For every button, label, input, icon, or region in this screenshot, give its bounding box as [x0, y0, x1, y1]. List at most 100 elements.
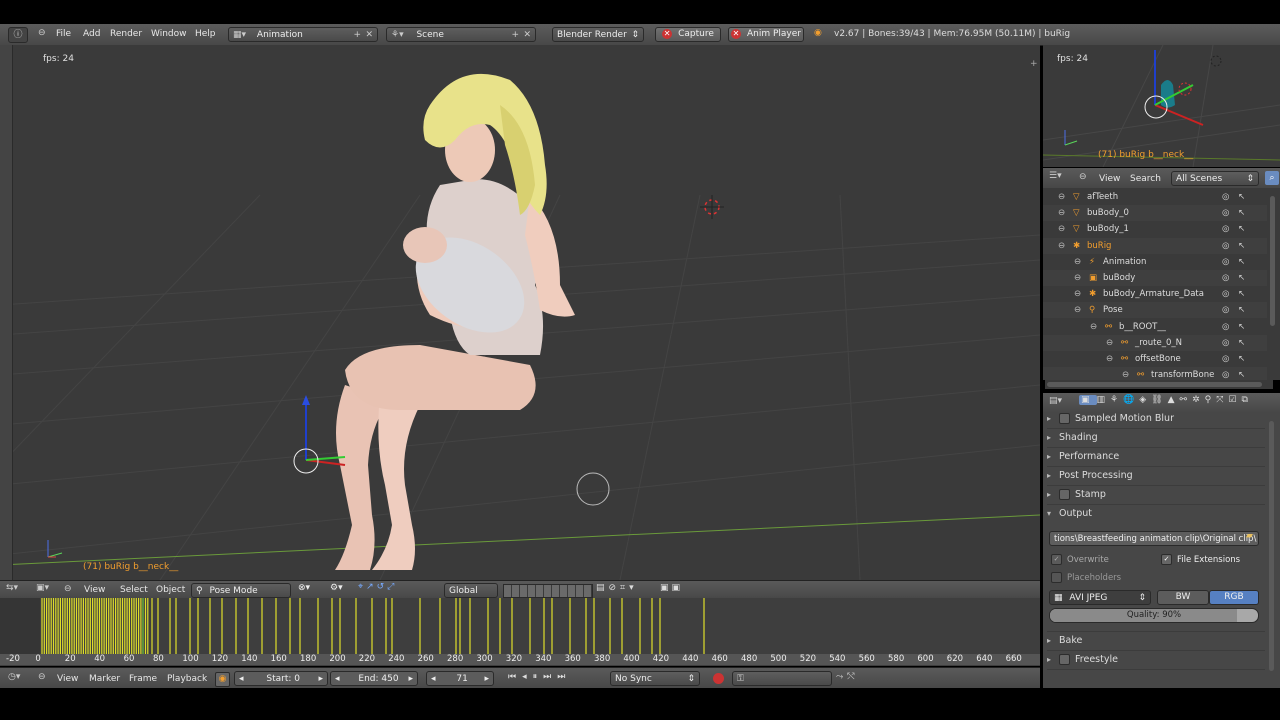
end-frame-field[interactable]: ◂ End: 450 ▸ [330, 671, 418, 686]
menu-frame[interactable]: Frame [129, 674, 157, 684]
left-tool-shelf-edge[interactable] [0, 45, 13, 580]
end-decrement-icon[interactable]: ◂ [335, 674, 340, 684]
outliner-row[interactable]: ⊖ ✱ buBody_Armature_Data ◎ ↖ [1043, 286, 1267, 302]
selectable-cursor-icon[interactable]: ↖ [1238, 254, 1245, 270]
camera-view[interactable]: fps: 24 (71) buRig b__neck__ [1043, 45, 1280, 167]
selectable-cursor-icon[interactable]: ↖ [1238, 286, 1245, 302]
orientation-select[interactable]: Global [444, 583, 498, 598]
visibility-eye-icon[interactable]: ◎ [1222, 221, 1229, 237]
scene-select[interactable]: ⚘▾ Scene + ✕ [386, 27, 536, 42]
menu-select[interactable]: Select [120, 585, 148, 595]
selectable-cursor-icon[interactable]: ↖ [1238, 367, 1245, 380]
panel-sampled-motion-blur[interactable]: ▸ Sampled Motion Blur [1047, 413, 1265, 429]
3d-viewport[interactable]: fps: 24 (71) buRig b__neck__ 71 + [0, 45, 1040, 580]
panel-performance[interactable]: ▸ Performance [1047, 448, 1265, 467]
panel-checkbox[interactable] [1059, 489, 1070, 500]
render-preview-icons[interactable]: ▣▣ [660, 583, 683, 593]
collapse-menu-icon[interactable]: ⊖ [38, 28, 46, 38]
expand-toggle-icon[interactable]: ⊖ [1122, 367, 1129, 380]
selectable-cursor-icon[interactable]: ↖ [1238, 302, 1245, 318]
view-tools-icons[interactable]: ▤⊘⌗▾ [596, 583, 638, 593]
search-icon[interactable]: ⌕ [1265, 171, 1279, 185]
timeline-ruler[interactable]: -20 0 20 40 60 80 100 120 140 160 180 200 220 240 260 2… [0, 654, 1040, 665]
menu-playback[interactable]: Playback [167, 674, 207, 684]
current-increment-icon[interactable]: ▸ [484, 672, 489, 687]
menu-view[interactable]: View [57, 674, 78, 684]
expand-toggle-icon[interactable]: ⊖ [1074, 270, 1081, 286]
outliner-row[interactable]: ⊖ ⚯ transformBone ◎ ↖ [1043, 367, 1267, 380]
menu-view[interactable]: View [1099, 174, 1120, 184]
remove-scene-icon[interactable]: ✕ [523, 28, 531, 43]
quality-slider[interactable]: Quality: 90% [1049, 608, 1259, 623]
selectable-cursor-icon[interactable]: ↖ [1238, 205, 1245, 221]
selectable-cursor-icon[interactable]: ↖ [1238, 221, 1245, 237]
expand-toggle-icon[interactable]: ⊖ [1106, 351, 1113, 367]
auto-keyframe-icon[interactable] [713, 673, 724, 684]
outliner-h-scrollbar[interactable] [1045, 380, 1273, 389]
end-increment-icon[interactable]: ▸ [408, 672, 413, 687]
outliner-row[interactable]: ⊖ ▽ buBody_0 ◎ ↖ [1043, 205, 1267, 222]
menu-view[interactable]: View [84, 585, 105, 595]
layers-grid[interactable] [503, 584, 593, 598]
visibility-eye-icon[interactable]: ◎ [1222, 335, 1229, 351]
outliner-row[interactable]: ⊖ ▽ buBody_1 ◎ ↖ [1043, 221, 1267, 237]
outliner-row[interactable]: ⊖ ✱ buRig ◎ ↖ [1043, 237, 1267, 254]
pivot-icon[interactable]: ⚙▾ [330, 583, 343, 593]
outliner-row[interactable]: ⊖ ⚯ offsetBone ◎ ↖ [1043, 351, 1267, 367]
expand-toggle-icon[interactable]: ⊖ [1058, 238, 1065, 254]
visibility-eye-icon[interactable]: ◎ [1222, 286, 1229, 302]
panel-bake[interactable]: ▸ Bake [1047, 631, 1265, 651]
properties-editor[interactable]: ▸ Sampled Motion Blur ▸ Shading ▸ Performan… [1043, 413, 1280, 688]
manipulator-toggles[interactable]: ⌖↗↺⤢ [358, 582, 397, 592]
placeholders-checkbox[interactable]: Placeholders [1051, 572, 1121, 583]
outliner-scrollbar[interactable] [1270, 196, 1275, 326]
visibility-eye-icon[interactable]: ◎ [1222, 205, 1229, 221]
file-format-select[interactable]: ▦ AVI JPEG ⇕ [1049, 590, 1151, 605]
editor-timeline-icon[interactable]: ◷▾ [8, 672, 20, 682]
outliner-row[interactable]: ⊖ ▣ buBody ◎ ↖ [1043, 270, 1267, 286]
outliner-tree[interactable]: ⊖ ▽ afTeeth ◎ ↖ ⊖ ▽ buBody_0 ◎ ↖ ⊖ ▽ buBody_1 ◎ ↖ ⊖ ✱ buR… [1043, 188, 1280, 380]
start-frame-field[interactable]: ◂ Start: 0 ▸ [234, 671, 328, 686]
menu-search[interactable]: Search [1130, 174, 1161, 184]
output-path-field[interactable]: tions\Breastfeeding animation clip\Origi… [1049, 531, 1259, 546]
menu-object[interactable]: Object [156, 585, 185, 595]
expand-toggle-icon[interactable]: ⊖ [1090, 319, 1097, 335]
editor-properties-icon[interactable]: ▤▾ [1049, 396, 1062, 406]
anim-player-button[interactable]: ✕ Anim Player [728, 27, 804, 42]
add-layout-icon[interactable]: + [353, 28, 361, 43]
keying-buttons[interactable]: ⤳⤲ [836, 672, 858, 682]
menu-marker[interactable]: Marker [89, 674, 120, 684]
display-mode-select[interactable]: All Scenes ⇕ [1171, 171, 1259, 186]
outliner-row[interactable]: ⊖ ⚡ Animation ◎ ↖ [1043, 254, 1267, 270]
collapse-menu-icon[interactable]: ⊖ [64, 584, 72, 594]
panel-shading[interactable]: ▸ Shading [1047, 429, 1265, 448]
menu-add[interactable]: Add [83, 29, 100, 39]
sync-mode-select[interactable]: No Sync ⇕ [610, 671, 700, 686]
panel-stamp[interactable]: ▸ Stamp [1047, 486, 1265, 505]
selectable-cursor-icon[interactable]: ↖ [1238, 270, 1245, 286]
preview-range-icon[interactable]: ◉ [215, 672, 230, 687]
start-decrement-icon[interactable]: ◂ [239, 674, 244, 684]
shading-icon[interactable]: ⊗▾ [298, 583, 310, 593]
current-frame-field[interactable]: ◂ 71 ▸ [426, 671, 494, 686]
outliner-row[interactable]: ⊖ ⚯ _route_0_N ◎ ↖ [1043, 334, 1267, 351]
visibility-eye-icon[interactable]: ◎ [1222, 189, 1229, 205]
selectable-cursor-icon[interactable]: ↖ [1238, 238, 1245, 254]
region-toggle-icon[interactable]: + [1030, 59, 1038, 69]
menu-render[interactable]: Render [110, 29, 142, 39]
visibility-eye-icon[interactable]: ◎ [1222, 270, 1229, 286]
expand-toggle-icon[interactable]: ⊖ [1058, 205, 1065, 221]
panel-checkbox[interactable] [1059, 413, 1070, 424]
panel-post-processing[interactable]: ▸ Post Processing [1047, 467, 1265, 486]
visibility-eye-icon[interactable]: ◎ [1222, 238, 1229, 254]
remove-layout-icon[interactable]: ✕ [365, 28, 373, 43]
menu-window[interactable]: Window [151, 29, 187, 39]
expand-toggle-icon[interactable]: ⊖ [1058, 189, 1065, 205]
visibility-eye-icon[interactable]: ◎ [1222, 351, 1229, 367]
start-increment-icon[interactable]: ▸ [318, 672, 323, 687]
selectable-cursor-icon[interactable]: ↖ [1238, 335, 1245, 351]
render-engine-select[interactable]: Blender Render ⇕ [552, 27, 644, 42]
visibility-eye-icon[interactable]: ◎ [1222, 367, 1229, 380]
collapse-menu-icon[interactable]: ⊖ [38, 672, 46, 682]
selectable-cursor-icon[interactable]: ↖ [1238, 189, 1245, 205]
